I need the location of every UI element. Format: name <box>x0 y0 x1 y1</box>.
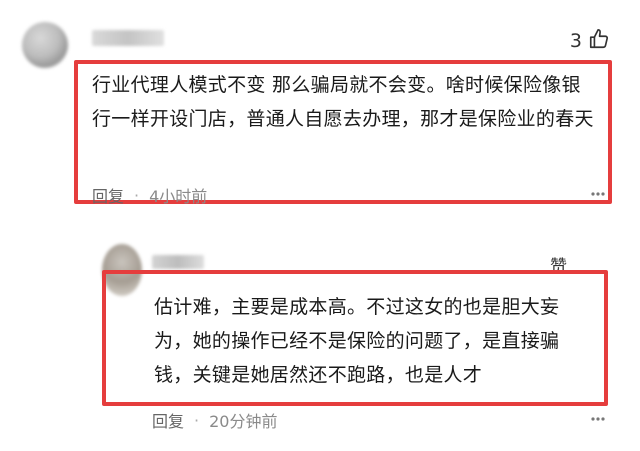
timestamp: 20分钟前 <box>209 412 278 431</box>
reply-content-area: 估计难，主要是成本高。不过这女的也是胆大妄 为，她的操作已经不是保险的问题了，是… <box>0 0 624 451</box>
reply-line: 估计难，主要是成本高。不过这女的也是胆大妄 <box>154 296 560 318</box>
reply-button[interactable]: 回复 <box>152 408 184 432</box>
reply-text: 估计难，主要是成本高。不过这女的也是胆大妄 为，她的操作已经不是保险的问题了，是… <box>154 290 624 392</box>
more-icon[interactable] <box>590 411 606 427</box>
reply-line: 为，她的操作已经不是保险的问题了，是直接骗 <box>154 330 560 352</box>
reply-meta: 回复 · 20分钟前 <box>152 408 277 432</box>
separator-dot: · <box>194 410 200 430</box>
reply-line: 钱，关键是她居然还不跑路，也是人才 <box>154 364 483 386</box>
